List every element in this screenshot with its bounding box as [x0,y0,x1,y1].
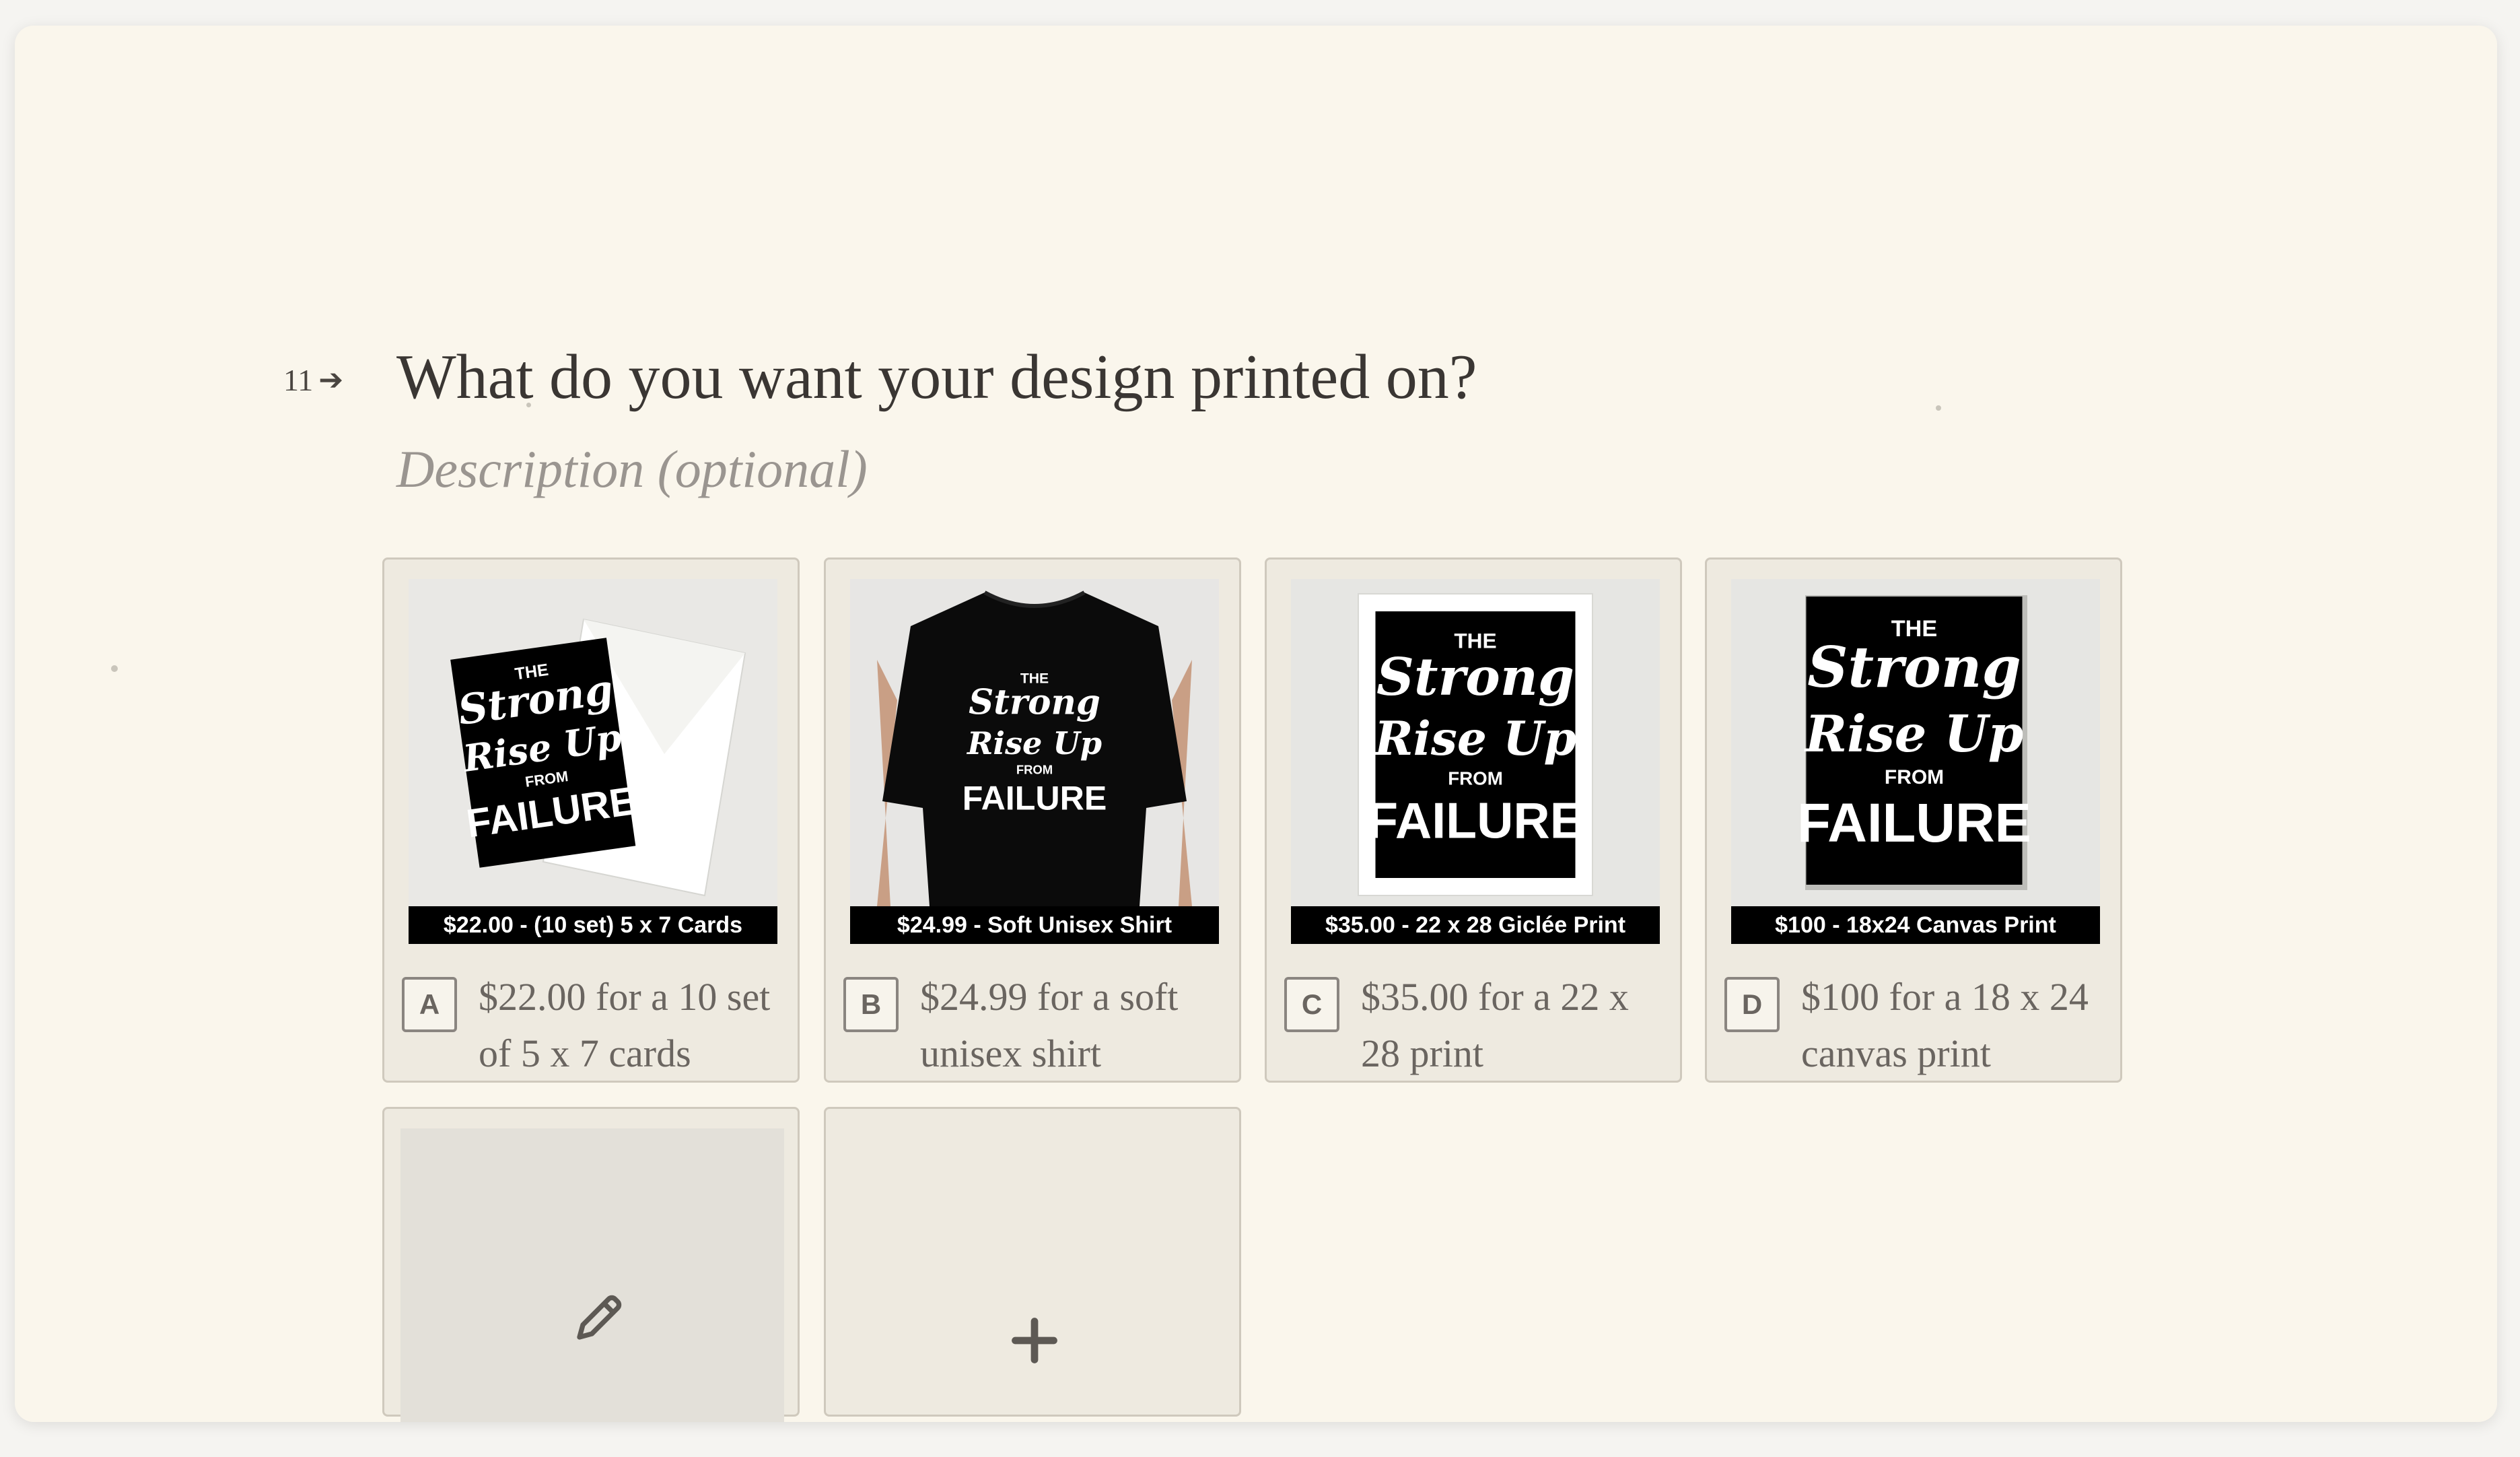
image-caption: $35.00 - 22 x 28 Giclée Print [1291,906,1660,944]
product-photo-print: THEStrongRise UpFROMFAILURE [1291,579,1660,906]
choice-label[interactable]: $22.00 for a 10 set of 5 x 7 cards [479,969,781,1082]
design-artwork: THEStrongRise UpFROMFAILURE [1367,611,1584,878]
design-artwork: THEStrongRise UpFROMFAILURE [963,671,1107,817]
choice-key-badge[interactable]: B [843,977,899,1032]
question-number: 11 ➔ [283,362,343,398]
choice-key-badge[interactable]: C [1284,977,1339,1032]
product-photo-shirt: THEStrongRise UpFROMFAILURE [850,579,1219,906]
design-line: FAILURE [1797,792,2031,854]
design-line: FAILURE [1367,792,1584,849]
design-line: Strong [1807,634,2021,700]
background-speck [1936,405,1941,411]
image-caption: $24.99 - Soft Unisex Shirt [850,906,1219,944]
design-line: FROM [1448,768,1503,788]
design-artwork: THEStrongRise UpFROMFAILURE [1797,597,2031,885]
design-line: Strong [969,683,1100,723]
product-photo-cards: THEStrongRise UpFROMFAILURE [409,579,777,906]
design-line: FROM [1016,763,1053,777]
image-caption: $100 - 18x24 Canvas Print [1731,906,2100,944]
choice-key-badge[interactable]: A [402,977,457,1032]
edit-image-card[interactable] [382,1107,800,1422]
design-line: FROM [1885,766,1944,788]
choice-key-badge[interactable]: D [1724,977,1780,1032]
description-field[interactable]: Description (optional) [396,439,868,500]
choice-image[interactable]: THE Strong Rise Up FROM FAILURE $100 - 18x24 … [1731,579,2100,944]
question-title[interactable]: What do you want your design printed on? [396,341,1477,413]
choice-card-a[interactable]: THE Strong Rise Up FROM FAILURE $22.00 - (10 … [382,557,800,1083]
design-line: Rise Up [1804,704,2023,764]
image-caption: $22.00 - (10 set) 5 x 7 Cards [409,906,777,944]
background-speck [111,665,118,672]
design-line: Strong [1376,646,1574,708]
choice-card-b[interactable]: THE Strong Rise Up FROM FAILURE $24.99 - Soft… [824,557,1241,1083]
arrow-right-icon: ➔ [318,363,344,397]
pencil-icon[interactable] [573,1290,627,1344]
edit-image-area[interactable] [400,1128,784,1422]
product-photo-canvas: THEStrongRise UpFROMFAILURE [1731,579,2100,906]
choice-image[interactable]: THE Strong Rise Up FROM FAILURE $24.99 - Soft… [850,579,1219,944]
design-line: Rise Up [966,725,1102,761]
question-number-label: 11 [283,363,314,397]
choice-label[interactable]: $35.00 for a 22 x 28 print [1361,969,1664,1082]
choice-image[interactable]: THE Strong Rise Up FROM FAILURE $22.00 - (10 … [409,579,777,944]
choice-image[interactable]: THE Strong Rise Up FROM FAILURE $35.00 - 22 x… [1291,579,1660,944]
design-line: FAILURE [963,779,1107,817]
choice-card-d[interactable]: THE Strong Rise Up FROM FAILURE $100 - 18x24 … [1705,557,2122,1083]
choice-card-c[interactable]: THE Strong Rise Up FROM FAILURE $35.00 - 22 x… [1265,557,1682,1083]
design-line: Rise Up [1373,712,1576,766]
form-canvas: 11 ➔ What do you want your design printe… [15,26,2497,1422]
choice-label[interactable]: $24.99 for a soft unisex shirt [920,969,1223,1082]
add-choice-button[interactable] [824,1107,1241,1417]
plus-icon[interactable] [1009,1315,1060,1366]
choice-label[interactable]: $100 for a 18 x 24 canvas print [1801,969,2104,1082]
